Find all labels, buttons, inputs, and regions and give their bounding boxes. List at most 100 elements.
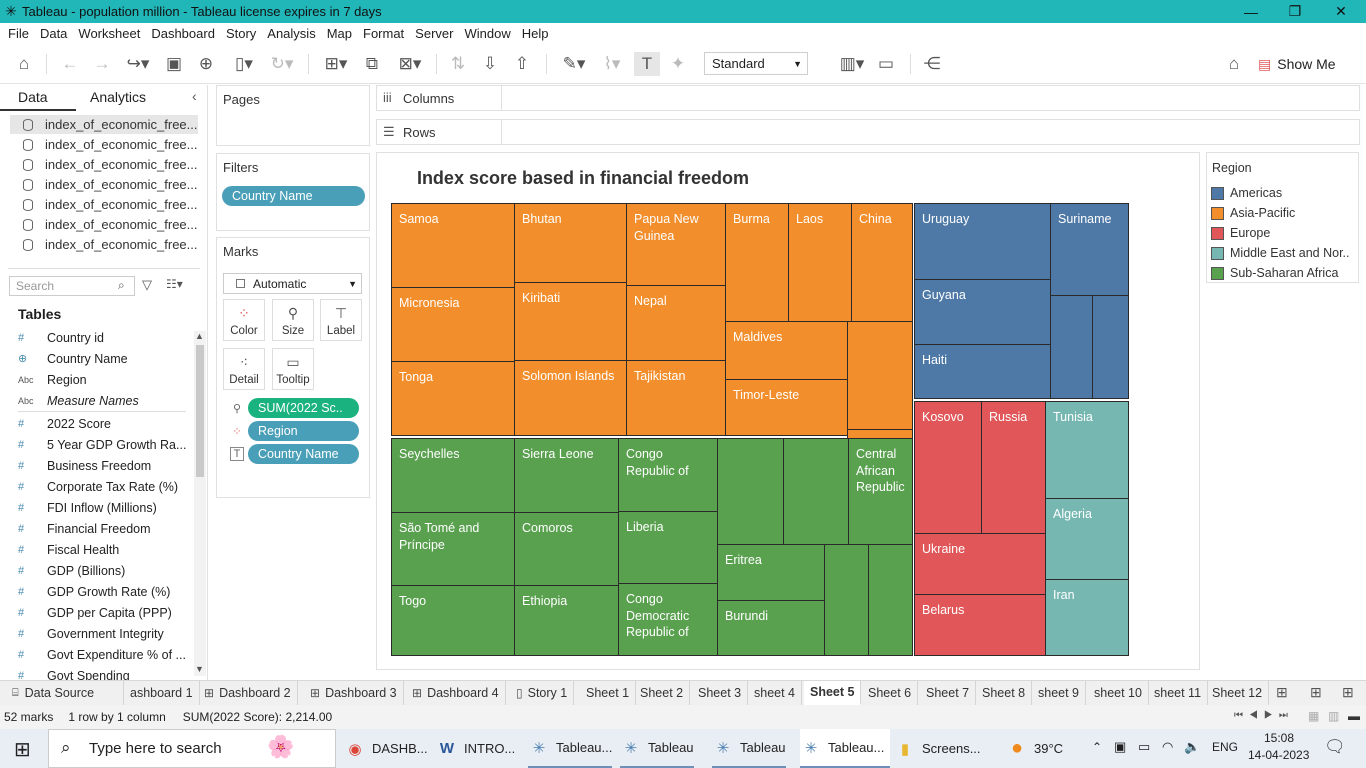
- sheet-tab[interactable]: Sheet 2: [634, 681, 691, 705]
- sheet-tab[interactable]: Sheet 8: [976, 681, 1033, 705]
- meet-icon[interactable]: ▣: [1114, 739, 1126, 755]
- sheet-tab[interactable]: sheet 9: [1032, 681, 1087, 705]
- share-icon[interactable]: ⋲: [920, 52, 944, 76]
- field-item[interactable]: # GDP (Billions): [18, 560, 190, 581]
- treemap-tile[interactable]: Kiribati: [514, 282, 627, 361]
- clear-sheet-icon[interactable]: ⊠▾: [392, 52, 428, 76]
- language-indicator[interactable]: ENG: [1212, 740, 1238, 754]
- menu-analysis[interactable]: Analysis: [263, 26, 322, 41]
- treemap-tile-unlabeled[interactable]: [824, 544, 869, 656]
- menu-worksheet[interactable]: Worksheet: [74, 26, 147, 41]
- field-item[interactable]: # Govt Expenditure % of ...: [18, 644, 190, 665]
- treemap-tile[interactable]: Sierra Leone: [514, 438, 619, 513]
- treemap-tile[interactable]: Ethiopia: [514, 585, 619, 656]
- treemap-tile[interactable]: Russia: [981, 401, 1046, 534]
- field-item[interactable]: # Corporate Tax Rate (%): [18, 476, 190, 497]
- presentation-mode-icon[interactable]: ▭: [874, 52, 898, 76]
- treemap-tile[interactable]: Tonga: [391, 361, 515, 436]
- scrollbar-thumb[interactable]: [196, 345, 204, 477]
- marks-pill-country-name[interactable]: Country Name: [248, 444, 359, 464]
- treemap-tile[interactable]: Comoros: [514, 512, 619, 586]
- marks-pill-region[interactable]: Region: [248, 421, 359, 441]
- view-options-icon[interactable]: ☷▾: [166, 277, 183, 291]
- search-input[interactable]: Search: [9, 276, 135, 296]
- menu-window[interactable]: Window: [460, 26, 517, 41]
- treemap-tile[interactable]: Seychelles: [391, 438, 515, 513]
- filmstrip-view-icon[interactable]: ▥: [1328, 709, 1339, 723]
- clock-date[interactable]: 14-04-2023: [1248, 748, 1309, 762]
- format-painter-icon[interactable]: ⌂: [1222, 52, 1246, 76]
- treemap-tile[interactable]: Guyana: [914, 279, 1051, 345]
- field-item[interactable]: Abc Region: [18, 369, 190, 390]
- fix-axes-icon[interactable]: ✦: [666, 52, 690, 76]
- sheet-tab[interactable]: ashboard 1: [124, 681, 200, 705]
- datasource-item[interactable]: index_of_economic_free...: [10, 115, 198, 134]
- taskbar-app-chrome[interactable]: ◉ DASHB...: [344, 729, 427, 768]
- new-story-icon[interactable]: ⊞: [1342, 684, 1354, 701]
- notifications-icon[interactable]: 🗨: [1324, 737, 1346, 757]
- field-item[interactable]: # GDP Growth Rate (%): [18, 581, 190, 602]
- field-item[interactable]: #5 Year GDP Growth Ra...: [18, 434, 190, 455]
- field-item[interactable]: # FDI Inflow (Millions): [18, 497, 190, 518]
- menu-dashboard[interactable]: Dashboard: [147, 26, 222, 41]
- sheet-tab[interactable]: Sheet 12: [1206, 681, 1270, 705]
- sheet-tab[interactable]: ⊞ Dashboard 4: [406, 681, 506, 705]
- treemap-tile[interactable]: Laos: [788, 203, 852, 322]
- legend-item-middle-east[interactable]: Middle East and Nor..: [1211, 243, 1350, 263]
- menu-story[interactable]: Story: [222, 26, 263, 41]
- show-labels-icon[interactable]: T: [634, 52, 660, 76]
- sheet-tab[interactable]: sheet 11: [1148, 681, 1209, 705]
- taskbar-app-word[interactable]: W INTRO...: [436, 729, 515, 768]
- close-button[interactable]: ✕: [1318, 0, 1364, 23]
- field-item[interactable]: # Business Freedom: [18, 455, 190, 476]
- legend-item-sub-saharan-africa[interactable]: Sub-Saharan Africa: [1211, 263, 1338, 283]
- treemap-tile[interactable]: Central African Republic: [848, 438, 913, 545]
- minimize-button[interactable]: —: [1228, 0, 1274, 23]
- legend-item-europe[interactable]: Europe: [1211, 223, 1270, 243]
- treemap-tile[interactable]: Tajikistan: [626, 360, 726, 436]
- replay-icon[interactable]: ↪▾: [120, 52, 156, 76]
- datasource-item[interactable]: index_of_economic_free...: [10, 235, 198, 254]
- treemap-tile[interactable]: Uruguay: [914, 203, 1051, 280]
- wifi-icon[interactable]: ◠: [1162, 739, 1173, 755]
- columns-shelf[interactable]: iii Columns: [376, 85, 1360, 111]
- treemap-tile[interactable]: Nepal: [626, 285, 726, 361]
- volume-icon[interactable]: 🔈: [1184, 739, 1200, 755]
- field-item[interactable]: # Country id: [18, 327, 190, 348]
- redo-icon[interactable]: →: [90, 52, 114, 76]
- field-item[interactable]: # Fiscal Health: [18, 539, 190, 560]
- sheet-tab[interactable]: ▯ Story 1: [510, 681, 575, 705]
- tab-analytics[interactable]: Analytics: [90, 89, 146, 105]
- data-source-tab[interactable]: ⌸ Data Source: [6, 681, 124, 705]
- treemap-tile[interactable]: Burundi: [717, 600, 825, 656]
- sheet-tab[interactable]: ⊞ Dashboard 3: [304, 681, 404, 705]
- legend-item-asia-pacific[interactable]: Asia-Pacific: [1211, 203, 1295, 223]
- highlight-icon[interactable]: ✎▾: [556, 52, 592, 76]
- detail-button[interactable]: ⁖ Detail: [223, 348, 265, 390]
- restore-button[interactable]: ❐: [1272, 0, 1318, 23]
- show-me-button[interactable]: ▤ Show Me: [1258, 52, 1348, 76]
- mark-type-select[interactable]: Automatic ▼: [223, 273, 362, 294]
- treemap-tile[interactable]: Haiti: [914, 344, 1051, 399]
- treemap-tile[interactable]: Eritrea: [717, 544, 825, 601]
- color-button[interactable]: ⁘ Color: [223, 299, 265, 341]
- treemap-tile-unlabeled[interactable]: [868, 544, 913, 656]
- treemap-tile[interactable]: China: [851, 203, 913, 322]
- duplicate-sheet-icon[interactable]: ⧉: [360, 52, 384, 76]
- treemap-tile[interactable]: São Tomé and Príncipe: [391, 512, 515, 586]
- clock-time[interactable]: 15:08: [1264, 731, 1294, 745]
- save-icon[interactable]: ▣: [162, 52, 186, 76]
- chevron-up-icon[interactable]: ⌃: [1092, 740, 1102, 754]
- treemap-tile-unlabeled[interactable]: [847, 321, 913, 430]
- swap-rows-columns-icon[interactable]: ⇅: [446, 52, 470, 76]
- tooltip-button[interactable]: ▭ Tooltip: [272, 348, 314, 390]
- home-icon[interactable]: ⌂: [12, 52, 36, 76]
- treemap-tile[interactable]: Belarus: [914, 594, 1046, 656]
- menu-format[interactable]: Format: [359, 26, 411, 41]
- filter-icon[interactable]: ▽: [142, 277, 152, 293]
- field-item[interactable]: Abc Measure Names: [18, 390, 190, 411]
- taskbar-app-tableau-2[interactable]: ✳ Tableau: [620, 729, 694, 768]
- field-item[interactable]: ⊕ Country Name: [18, 348, 190, 369]
- new-worksheet-icon[interactable]: ⊞: [1276, 684, 1288, 701]
- new-dashboard-icon[interactable]: ⊞: [1310, 684, 1322, 701]
